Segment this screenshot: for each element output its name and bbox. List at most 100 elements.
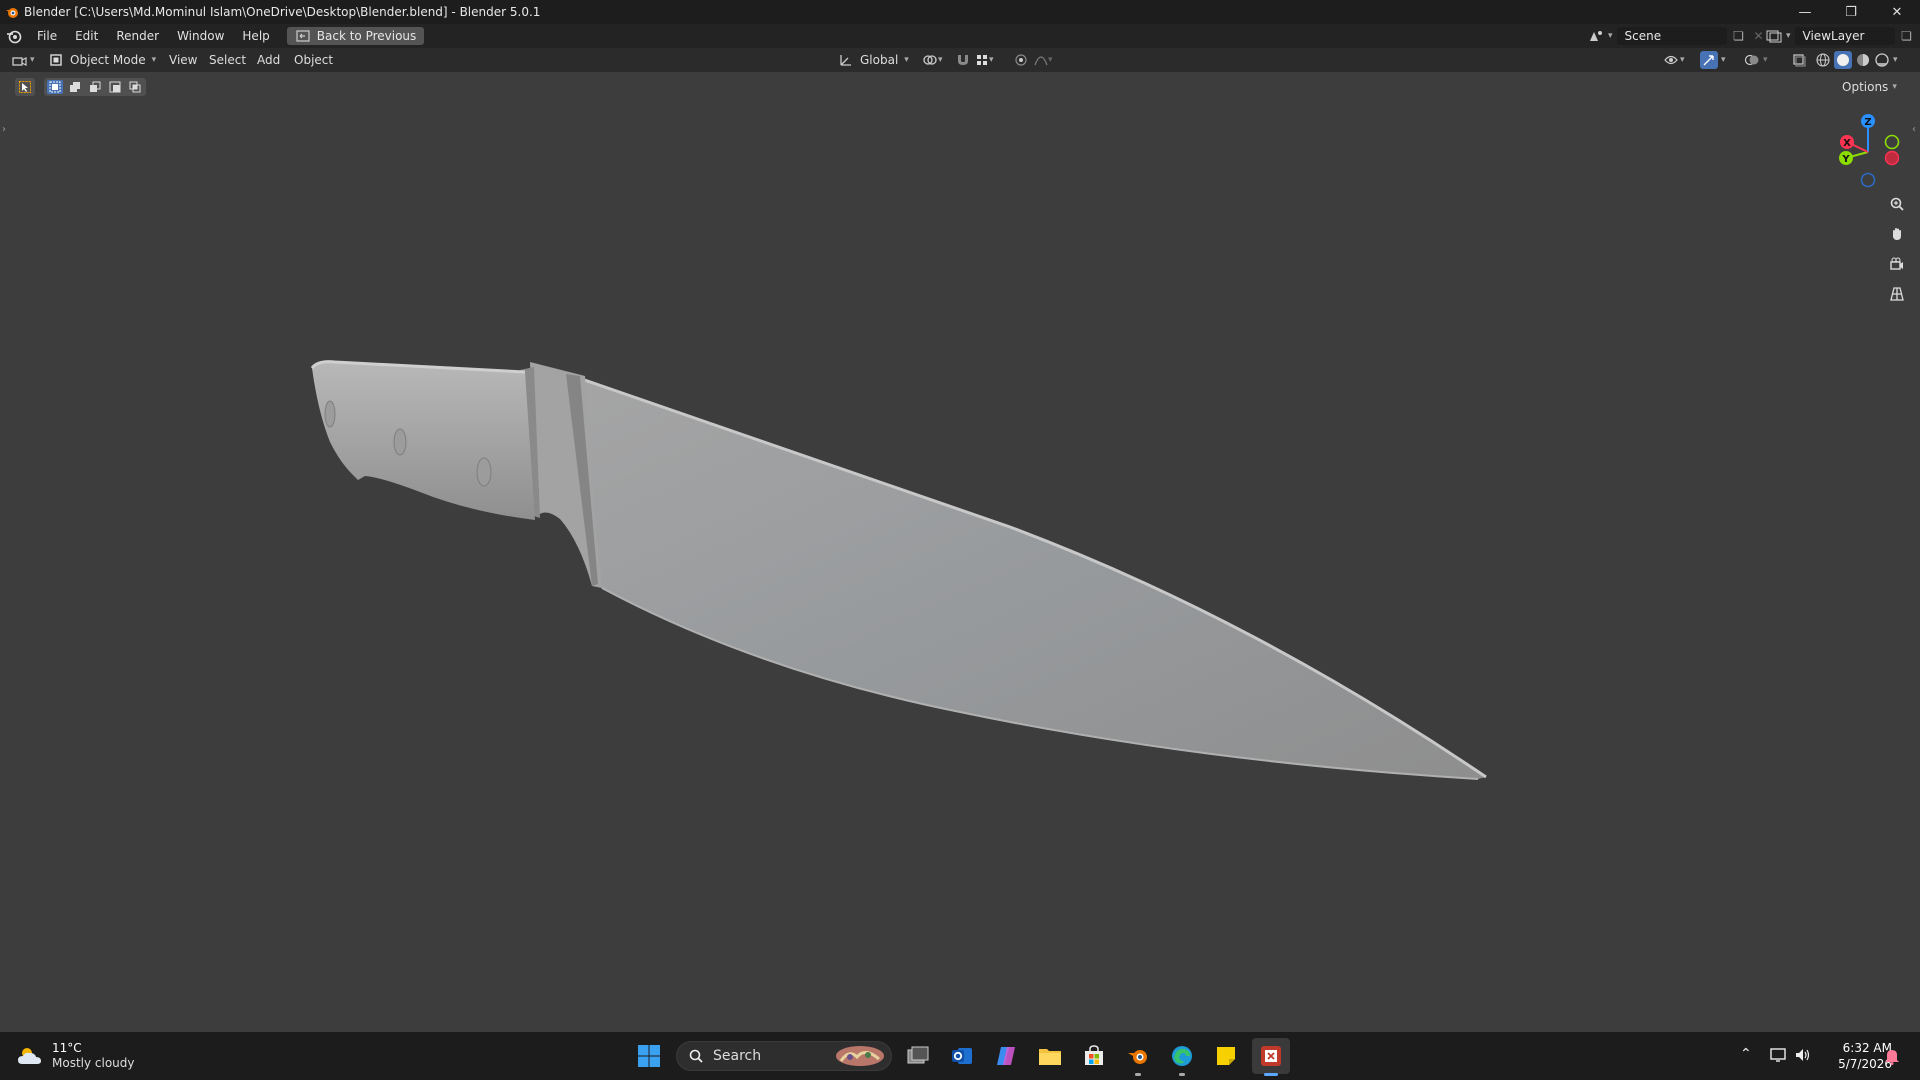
magnet-icon	[958, 55, 968, 65]
select-new-icon	[49, 81, 61, 93]
perspective-toggle-button[interactable]	[1885, 282, 1909, 306]
task-view-icon	[907, 1046, 929, 1064]
pan-view-button[interactable]	[1885, 222, 1909, 246]
taskbar-task-view-button[interactable]	[902, 1040, 934, 1072]
viewport-menu-view[interactable]: View	[169, 51, 197, 69]
menu-file[interactable]: File	[28, 24, 66, 48]
select-invert-icon	[109, 81, 121, 93]
selection-mode-new-button[interactable]	[47, 80, 63, 94]
taskbar-snipping-tool-button[interactable]	[1252, 1038, 1290, 1076]
taskbar-edge-button[interactable]	[1166, 1040, 1198, 1076]
zoom-view-button[interactable]	[1885, 192, 1909, 216]
pivot-icon	[923, 55, 937, 65]
material-sphere-icon	[1857, 54, 1869, 66]
viewport-header: ▾ Object Mode ▾ View Select Add Object G…	[0, 48, 1920, 72]
blender-running-indicator	[1135, 1073, 1141, 1076]
notification-bell-icon[interactable]	[1884, 1047, 1900, 1068]
selection-mode-extend-button[interactable]	[67, 80, 83, 94]
selection-mode-intersect-button[interactable]	[127, 80, 143, 94]
pivot-point-button[interactable]: ▾	[922, 51, 943, 69]
back-to-previous-button[interactable]: Back to Previous	[286, 27, 425, 45]
window-title: Blender [C:\Users\Md.Mominul Islam\OneDr…	[24, 5, 541, 19]
rendered-sphere-icon	[1875, 53, 1889, 67]
transform-orientation-dropdown[interactable]: Global ▾	[838, 51, 909, 69]
view-layer-chevron-icon[interactable]: ▾	[1786, 31, 1791, 41]
xray-toggle-button[interactable]	[1792, 51, 1806, 69]
search-highlight-illustration-icon	[836, 1046, 884, 1066]
clock[interactable]: 6:32 AM 5/7/2026	[1822, 1040, 1892, 1072]
select-tool-button[interactable]	[15, 78, 35, 96]
taskbar-search-box[interactable]: Search	[676, 1041, 892, 1071]
restore-button[interactable]: ❐	[1828, 0, 1874, 24]
back-screen-icon	[295, 28, 311, 44]
tray-overflow-button[interactable]: ⌃	[1740, 1046, 1752, 1062]
editor-type-icon	[12, 57, 27, 66]
close-window-button[interactable]: ✕	[1874, 0, 1920, 24]
menu-edit[interactable]: Edit	[66, 24, 107, 48]
selection-mode-invert-button[interactable]	[107, 80, 123, 94]
shading-material-button[interactable]	[1855, 51, 1871, 69]
taskbar-copilot-button[interactable]	[990, 1040, 1022, 1072]
visibility-selectability-button[interactable]: ▾	[1664, 51, 1685, 69]
solid-sphere-icon	[1837, 54, 1849, 66]
remove-scene-icon[interactable]: ✕	[1751, 28, 1767, 44]
mode-label: Object Mode	[70, 53, 146, 67]
taskbar-sticky-notes-button[interactable]	[1210, 1040, 1242, 1072]
select-intersect-icon	[129, 81, 141, 93]
falloff-button[interactable]: ▾	[1034, 51, 1053, 69]
menu-window[interactable]: Window	[168, 24, 233, 48]
proportional-circle-icon	[1015, 54, 1027, 66]
top-menu-bar: File Edit Render Window Help Back to Pre…	[0, 24, 1920, 48]
view-layer-icon[interactable]	[1766, 28, 1782, 44]
mode-chevron-icon: ▾	[151, 55, 157, 65]
minimize-button[interactable]: —	[1782, 0, 1828, 24]
toolbar-expand-arrow[interactable]: ›	[2, 124, 6, 135]
viewport-menu-select[interactable]: Select	[209, 51, 246, 69]
start-button[interactable]	[633, 1040, 665, 1072]
taskbar-store-button[interactable]	[1078, 1040, 1110, 1072]
shading-wireframe-button[interactable]	[1815, 51, 1831, 69]
snap-toggle-button[interactable]	[955, 51, 971, 69]
shading-solid-button[interactable]	[1834, 51, 1852, 69]
eye-cursor-icon	[1664, 55, 1678, 65]
pivot-chevron-icon: ▾	[938, 55, 943, 65]
network-icon[interactable]	[1770, 1047, 1788, 1066]
sticky-note-icon	[1217, 1047, 1235, 1065]
weather-widget[interactable]: 11°C Mostly cloudy	[16, 1040, 135, 1072]
shading-rendered-button[interactable]: ▾	[1874, 51, 1898, 69]
gizmo-toggle-button[interactable]: ▾	[1700, 51, 1726, 69]
grid-perspective-icon	[1890, 287, 1904, 301]
viewport-menu-object[interactable]: Object	[294, 51, 333, 69]
selection-mode-subtract-button[interactable]	[87, 80, 103, 94]
menu-help[interactable]: Help	[233, 24, 278, 48]
3d-viewport[interactable]: › ‹ Options ▾ Z X Y	[0, 72, 1920, 1032]
editor-type-button[interactable]: ▾	[12, 51, 35, 69]
mode-dropdown[interactable]: Object Mode ▾	[48, 51, 156, 69]
snap-target-button[interactable]: ▾	[975, 51, 994, 69]
taskbar-file-explorer-button[interactable]	[1034, 1040, 1066, 1072]
navigation-gizmo[interactable]: Z X Y	[1828, 112, 1908, 192]
proportional-editing-button[interactable]	[1014, 51, 1028, 69]
weather-cloud-sun-icon	[18, 1048, 41, 1064]
blender-menu-icon[interactable]	[6, 28, 22, 44]
taskbar-blender-button[interactable]	[1122, 1040, 1154, 1076]
new-scene-icon[interactable]: ❏	[1731, 28, 1747, 44]
gizmo-z-label: Z	[1864, 117, 1871, 128]
view-layer-field[interactable]: ViewLayer	[1794, 27, 1895, 45]
store-bag-icon	[1085, 1045, 1103, 1065]
sidebar-expand-arrow[interactable]: ‹	[1912, 124, 1916, 135]
scene-dropdown-chevron-icon[interactable]: ▾	[1608, 31, 1613, 41]
falloff-chevron-icon: ▾	[1048, 55, 1053, 65]
new-view-layer-icon[interactable]: ❏	[1899, 28, 1915, 44]
gizmo-arrows-icon	[1703, 55, 1714, 66]
viewport-menu-add[interactable]: Add	[257, 51, 280, 69]
scene-field[interactable]: Scene	[1616, 27, 1727, 45]
camera-view-button[interactable]	[1885, 252, 1909, 276]
taskbar-outlook-button[interactable]	[946, 1040, 978, 1072]
overlays-toggle-button[interactable]: ▾	[1744, 51, 1768, 69]
knife-model	[310, 360, 1487, 780]
wireframe-sphere-icon	[1816, 53, 1830, 67]
volume-icon[interactable]	[1794, 1047, 1812, 1066]
scene-icon[interactable]	[1588, 28, 1604, 44]
menu-render[interactable]: Render	[107, 24, 168, 48]
